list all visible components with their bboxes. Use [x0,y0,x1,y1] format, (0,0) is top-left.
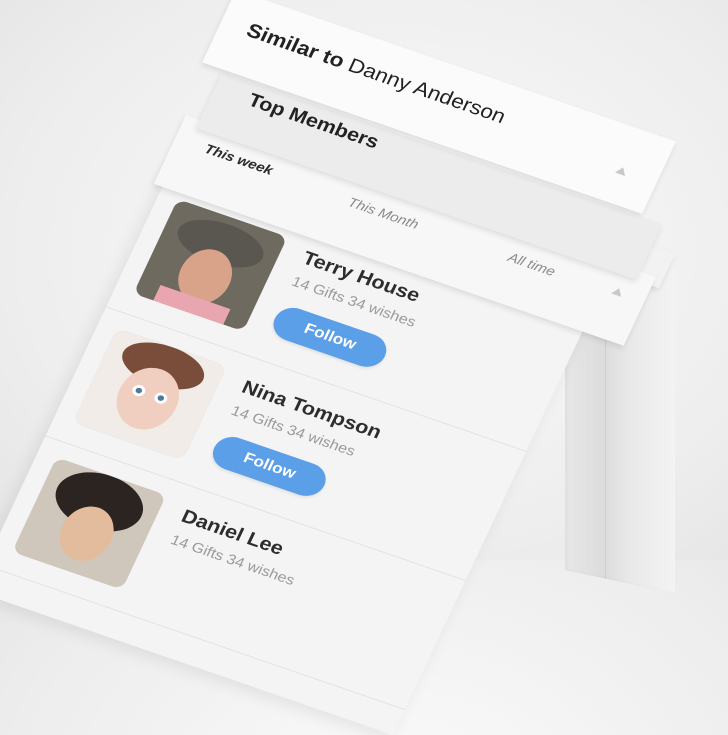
avatar [11,457,167,590]
dropdown-triangle-icon[interactable] [614,165,629,176]
scene: Terry House 14 Gifts 34 wishes Follow Ni… [0,0,728,735]
similar-prefix: Similar to [243,19,349,73]
avatar [72,328,228,461]
avatar-photo-icon [72,328,228,461]
similar-person-name: Danny Anderson [344,54,510,128]
dropdown-triangle-icon[interactable] [611,286,625,297]
tab-all-time[interactable]: All time [506,249,558,279]
avatar-photo-icon [11,457,167,590]
